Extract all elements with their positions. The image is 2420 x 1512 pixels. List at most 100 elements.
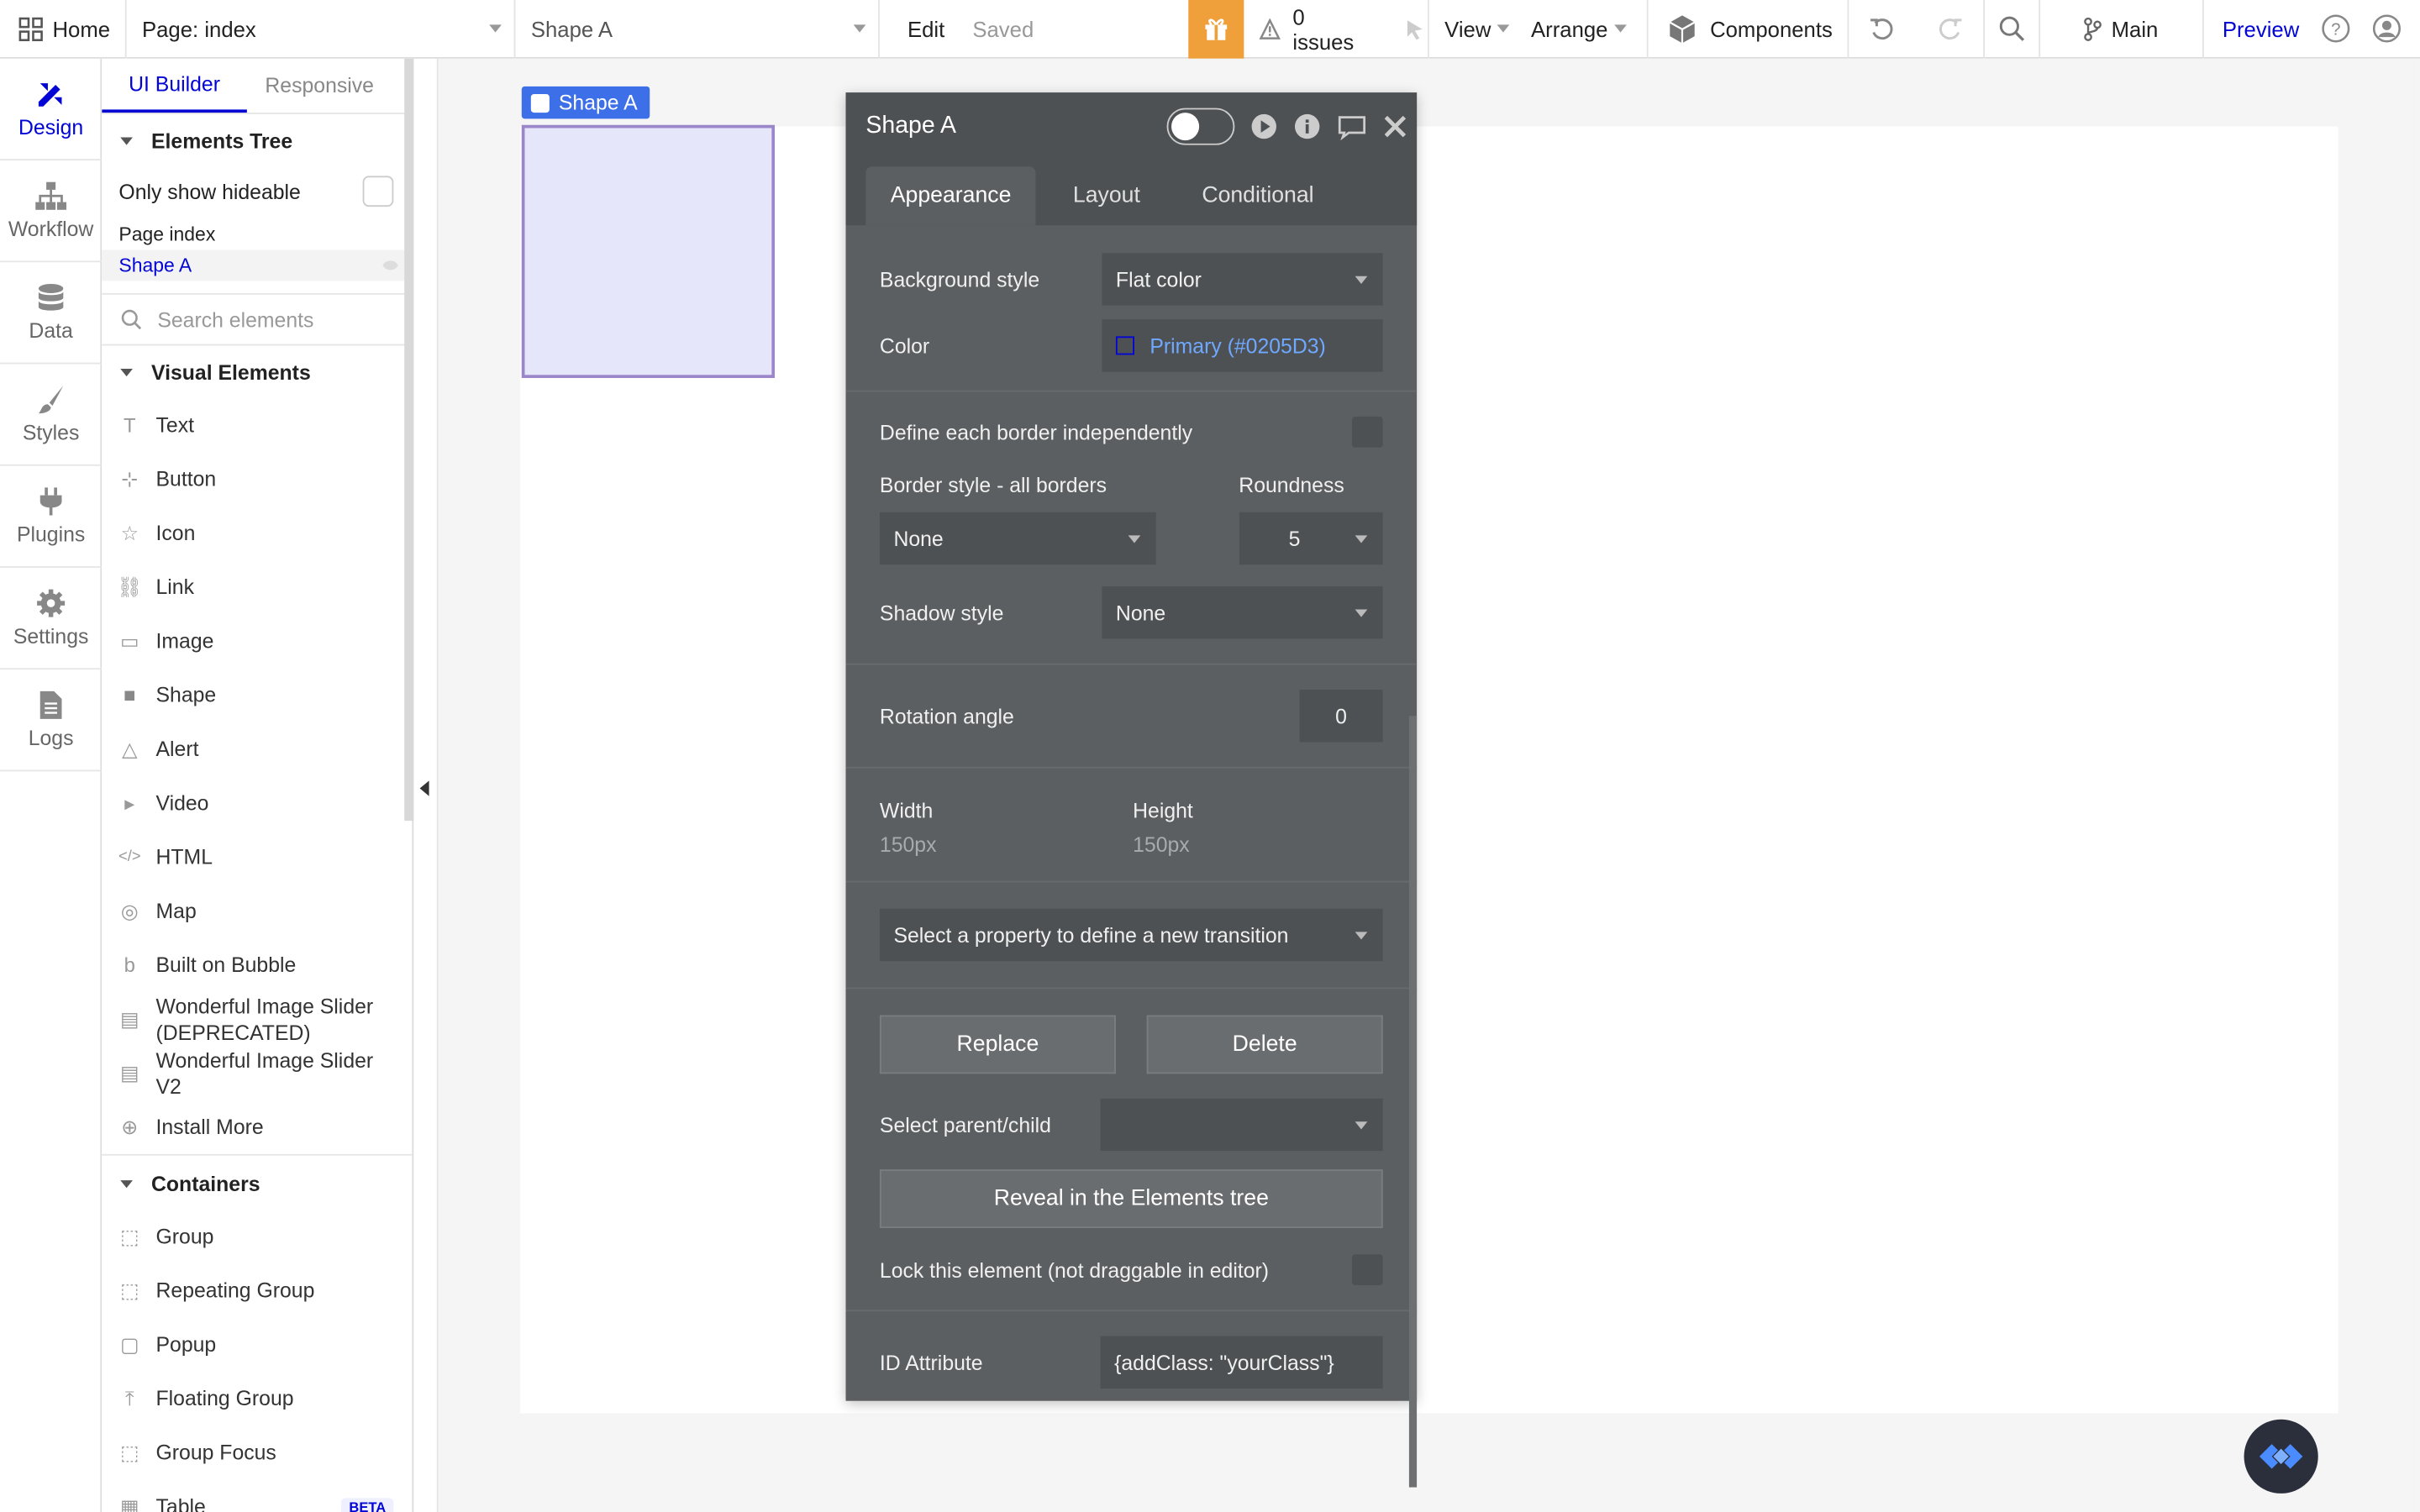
- ai-toggle[interactable]: [1166, 108, 1235, 145]
- containers-header[interactable]: Containers: [102, 1158, 412, 1210]
- rail-logs[interactable]: Logs: [0, 669, 103, 772]
- panel-tabs: UI Builder Responsive: [102, 59, 413, 114]
- redo-icon[interactable]: [1936, 14, 1964, 42]
- undo-icon[interactable]: [1869, 14, 1897, 42]
- element-selector[interactable]: Shape A: [515, 0, 880, 58]
- tree-item-page-index[interactable]: Page index: [102, 219, 412, 250]
- delete-button[interactable]: Delete: [1146, 1015, 1383, 1074]
- shadow-select[interactable]: None: [1102, 585, 1383, 639]
- tree-item-shape-a[interactable]: Shape A: [102, 249, 413, 281]
- assistant-button[interactable]: [2244, 1419, 2318, 1494]
- components-label: Components: [1710, 16, 1833, 41]
- home-button[interactable]: Home: [0, 0, 127, 58]
- editor-header[interactable]: Shape A: [845, 92, 1418, 161]
- lock-checkbox[interactable]: [1351, 1254, 1383, 1285]
- element-item-text[interactable]: T Text: [102, 398, 412, 452]
- element-item-button[interactable]: ⊹ Button: [102, 452, 412, 506]
- element-item-built-on-bubble[interactable]: b Built on Bubble: [102, 938, 412, 992]
- rail-data[interactable]: Data: [0, 262, 103, 365]
- element-item-map[interactable]: ◎ Map: [102, 884, 412, 937]
- transition-select[interactable]: Select a property to define a new transi…: [879, 908, 1383, 962]
- color-picker[interactable]: Primary (#0205D3): [1102, 319, 1383, 372]
- rail-label: Styles: [22, 421, 80, 444]
- rail-styles[interactable]: Styles: [0, 364, 103, 466]
- image-icon: ▭: [119, 628, 139, 653]
- rail-design[interactable]: Design: [0, 59, 103, 161]
- view-menu[interactable]: View: [1429, 0, 1522, 58]
- group-icon: ⬚: [119, 1224, 139, 1247]
- element-item-link[interactable]: ⛓ Link: [102, 560, 412, 614]
- elements-tree-header[interactable]: Elements Tree: [102, 114, 412, 166]
- search-icon: [121, 309, 142, 330]
- arrange-menu[interactable]: Arrange: [1522, 0, 1649, 58]
- video-icon: ▸: [124, 790, 135, 814]
- shape-selection-label[interactable]: Shape A: [521, 86, 650, 119]
- page-selector[interactable]: Page: index: [127, 0, 516, 58]
- element-item-popup[interactable]: ▢ Popup: [102, 1318, 412, 1372]
- branch-selector[interactable]: Main: [2040, 0, 2204, 58]
- comment-icon[interactable]: [1337, 113, 1368, 141]
- id-attribute-input[interactable]: {addClass: "yourClass"}: [1100, 1336, 1383, 1389]
- preview-button[interactable]: Preview: [2204, 0, 2309, 58]
- element-item-floating-group[interactable]: ⤒ Floating Group: [102, 1372, 412, 1425]
- page-canvas[interactable]: [519, 126, 2338, 1414]
- width-label: Width: [879, 799, 934, 822]
- close-icon[interactable]: [1383, 114, 1407, 139]
- element-item-wonderful-image-slider-v2[interactable]: ▤ Wonderful Image Slider V2: [102, 1046, 412, 1100]
- only-show-hideable-label: Only show hideable: [118, 179, 301, 203]
- search-elements[interactable]: Search elements: [102, 292, 413, 346]
- panel-scrollbar[interactable]: [404, 58, 414, 822]
- help-button[interactable]: ?: [2309, 0, 2361, 58]
- edit-menu[interactable]: Edit Saved: [880, 0, 1188, 58]
- roundness-select[interactable]: 5: [1239, 512, 1383, 565]
- element-item-wonderful-image-slider-deprecated[interactable]: ▤ Wonderful Image Slider (DEPRECATED): [102, 992, 412, 1046]
- element-item-image[interactable]: ▭ Image: [102, 614, 412, 668]
- tree-item-label: Shape A: [118, 255, 192, 276]
- rail-label: Logs: [28, 727, 74, 750]
- tab-appearance[interactable]: Appearance: [865, 166, 1036, 226]
- shape-a-element[interactable]: [521, 124, 776, 378]
- border-independent-checkbox[interactable]: [1351, 416, 1383, 448]
- element-item-icon[interactable]: ☆ Icon: [102, 506, 412, 559]
- element-item-group[interactable]: ⬚ Group: [102, 1210, 412, 1263]
- parent-child-row: Select parent/child: [880, 1098, 1383, 1152]
- element-item-html[interactable]: </> HTML: [102, 830, 412, 884]
- components-button[interactable]: Components: [1649, 0, 1849, 58]
- top-bar: Home Page: index Shape A Edit Saved 0 is…: [0, 0, 2420, 59]
- play-icon[interactable]: [1250, 113, 1278, 140]
- cursor-icon: [1407, 19, 1423, 39]
- reveal-in-tree-button[interactable]: Reveal in the Elements tree: [879, 1169, 1383, 1229]
- rail-workflow[interactable]: Workflow: [0, 160, 103, 263]
- width-value: 150px: [879, 832, 937, 857]
- gift-button[interactable]: [1188, 0, 1244, 58]
- element-item-shape[interactable]: ■ Shape: [102, 668, 412, 722]
- editor-scrollbar[interactable]: [1408, 716, 1418, 1488]
- element-item-repeating-group[interactable]: ⬚ Repeating Group: [102, 1263, 412, 1317]
- element-item-video[interactable]: ▸ Video: [102, 776, 412, 830]
- replace-button[interactable]: Replace: [879, 1015, 1116, 1074]
- user-menu[interactable]: [2361, 0, 2411, 58]
- collapse-panel-icon[interactable]: [419, 780, 429, 796]
- chevron-down-icon: [1355, 1121, 1368, 1129]
- only-show-hideable-checkbox[interactable]: [362, 176, 394, 207]
- visual-elements-header[interactable]: Visual Elements: [102, 345, 412, 397]
- element-item-install-more[interactable]: ⊕ Install More: [102, 1100, 412, 1154]
- search-input[interactable]: Search elements: [157, 307, 313, 331]
- tab-layout[interactable]: Layout: [1048, 166, 1165, 225]
- rotation-input[interactable]: 0: [1299, 690, 1383, 743]
- tab-ui-builder[interactable]: UI Builder: [102, 59, 247, 113]
- rail-plugins[interactable]: Plugins: [0, 466, 103, 568]
- border-style-select[interactable]: None: [879, 512, 1156, 565]
- element-item-table[interactable]: ▦ Table BETA: [102, 1479, 412, 1512]
- rail-settings[interactable]: Settings: [0, 568, 103, 670]
- search-button[interactable]: [1985, 0, 2041, 58]
- issues-indicator[interactable]: 0 issues: [1244, 0, 1429, 58]
- info-icon[interactable]: [1293, 113, 1321, 140]
- element-item-alert[interactable]: △ Alert: [102, 722, 412, 776]
- parent-child-select[interactable]: [1100, 1098, 1383, 1152]
- background-style-select[interactable]: Flat color: [1102, 253, 1383, 306]
- tab-responsive[interactable]: Responsive: [247, 59, 392, 113]
- tab-conditional[interactable]: Conditional: [1177, 166, 1339, 225]
- eye-icon[interactable]: [381, 260, 400, 272]
- element-item-group-focus[interactable]: ⬚ Group Focus: [102, 1425, 412, 1479]
